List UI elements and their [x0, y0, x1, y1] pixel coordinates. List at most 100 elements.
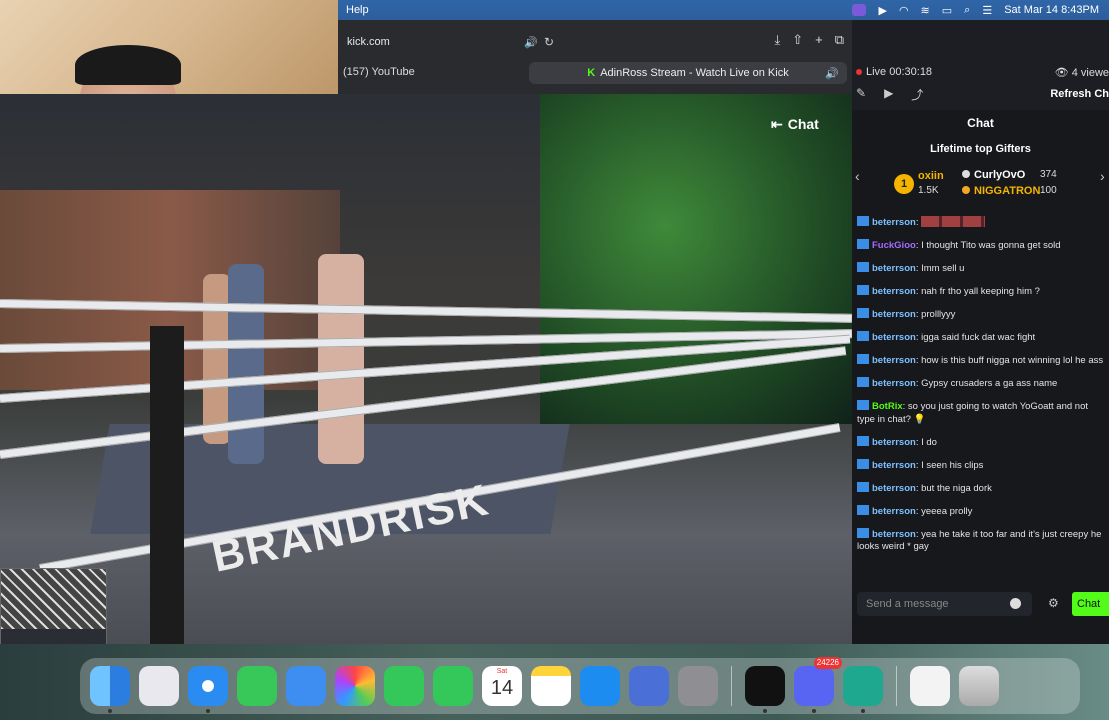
messages-icon[interactable]	[237, 666, 277, 706]
discord-icon[interactable]: 24226	[794, 657, 842, 713]
user-badge-icon	[857, 458, 869, 469]
clock[interactable]: Sat Mar 14 8:43PM	[1004, 4, 1099, 16]
gifter-1-amount: 1.5K	[918, 185, 939, 196]
chat-username[interactable]: beterrson	[872, 483, 916, 494]
desktop-background: Sat 14 24226	[0, 644, 1109, 720]
chat-input-row: Send a message ⚙ Chat	[852, 592, 1109, 616]
chat-toggle-label: Chat	[787, 116, 819, 132]
tab-mute-icon[interactable]: 🔊	[825, 67, 839, 80]
refresh-chat-button[interactable]: Refresh Ch	[1050, 88, 1109, 100]
app-store-icon[interactable]	[580, 666, 620, 706]
calendar-icon[interactable]: Sat 14	[482, 666, 522, 706]
headphones-icon[interactable]: ◠	[899, 4, 909, 17]
chat-username[interactable]: beterrson	[872, 263, 916, 274]
chat-message: beterrson: nah fr tho yall keeping him ?	[857, 285, 1107, 299]
chat-text: yeeea prolly	[921, 505, 973, 517]
simulator-icon[interactable]	[629, 666, 669, 706]
tabs-overview-icon[interactable]: ⧉	[835, 32, 844, 48]
new-tab-icon[interactable]: +	[815, 32, 823, 48]
screen: Help ▶ ◠ ≋ ▭ ⌕ ☰ Sat Mar 14 8:43PM kick.…	[0, 0, 1109, 720]
chat-username[interactable]: beterrson	[872, 355, 916, 366]
chat-message: beterrson: Imm sell u	[857, 262, 1107, 276]
clip-icon[interactable]: ▶	[884, 86, 893, 103]
chat-message: beterrson: but the niga dork	[857, 481, 1107, 496]
menu-help[interactable]: Help	[338, 4, 369, 16]
chat-text: but the niga dork	[921, 482, 992, 494]
trash-icon[interactable]	[959, 666, 999, 706]
chat-username[interactable]: beterrson	[872, 460, 916, 471]
chat-username[interactable]: beterrson	[872, 506, 916, 517]
chat-username[interactable]: beterrson	[872, 332, 916, 343]
browser-toolbar: kick.com 🔊 ↻ ⤓ ⇧ + ⧉ (157) YouTube K Adi…	[338, 20, 852, 94]
play-icon[interactable]: ▶	[878, 4, 886, 17]
fighter-left	[203, 274, 231, 444]
chat-text: Gypsy crusaders a ga ass name	[921, 378, 1058, 389]
activity-monitor-icon[interactable]	[745, 666, 785, 713]
tab-kick[interactable]: K AdinRoss Stream - Watch Live on Kick 🔊	[529, 62, 847, 84]
eye-icon: 👁	[1054, 67, 1072, 79]
chat-username[interactable]: beterrson	[872, 437, 916, 448]
chat-username[interactable]: beterrson	[872, 309, 916, 320]
reload-icon[interactable]: ↻	[544, 35, 554, 49]
battery-icon[interactable]: ▭	[942, 4, 952, 17]
screen-record-icon[interactable]	[852, 4, 867, 16]
chat-username[interactable]: FuckGioo	[872, 240, 916, 251]
download-icon[interactable]: ⤓	[774, 32, 780, 48]
live-indicator: Live 00:30:18	[856, 66, 932, 78]
corner-post	[150, 326, 184, 644]
emoji-icon[interactable]	[1010, 598, 1021, 609]
chat-username[interactable]: beterrson	[872, 286, 916, 297]
safari-icon[interactable]	[188, 666, 228, 713]
chat-message-input[interactable]: Send a message	[857, 592, 1032, 616]
user-badge-icon	[857, 527, 869, 538]
tab-youtube[interactable]: (157) YouTube	[343, 66, 415, 78]
control-center-icon[interactable]: ☰	[982, 4, 992, 17]
finder-icon[interactable]	[90, 666, 130, 713]
gifter-2-name[interactable]: CurlyOvO	[962, 169, 1025, 181]
chat-message: beterrson: I seen his clips	[857, 458, 1107, 473]
search-icon[interactable]: ⌕	[964, 4, 970, 17]
chat-text: I thought Tito was gonna get sold	[921, 240, 1061, 251]
chat-username[interactable]: beterrson	[872, 378, 916, 389]
downloads-stack-icon[interactable]	[910, 666, 950, 706]
facetime-icon[interactable]	[384, 666, 424, 706]
chat-text: Imm sell u	[921, 263, 965, 274]
gifter-3-name[interactable]: NIGGATRON	[962, 185, 1040, 197]
photos-icon[interactable]	[335, 666, 375, 706]
gifter-1-name[interactable]: oxiin	[918, 170, 944, 182]
speaker-icon[interactable]: 🔊	[524, 36, 538, 49]
user-badge-icon	[857, 481, 869, 492]
share-stream-icon[interactable]: ⤴	[911, 86, 923, 103]
share-icon[interactable]: ⇧	[792, 32, 803, 48]
phone-icon[interactable]	[433, 666, 473, 706]
video-player[interactable]: BRANDRISK	[0, 94, 852, 644]
launchpad-icon[interactable]	[139, 666, 179, 706]
user-badge-icon	[857, 262, 869, 272]
mural-right	[540, 94, 852, 424]
user-badge-icon	[857, 354, 869, 364]
gear-icon[interactable]: ⚙	[1048, 596, 1059, 610]
user-badge-icon	[857, 308, 869, 318]
rank-medal: 1	[894, 174, 914, 194]
chat-message: beterrson: igga said fuck dat wac fight	[857, 331, 1107, 345]
chevron-right-icon[interactable]: ›	[1100, 168, 1105, 184]
notes-icon[interactable]	[531, 666, 571, 706]
chat-toggle-button[interactable]: ⇤ Chat	[771, 113, 835, 135]
chat-username[interactable]: beterrson	[872, 529, 916, 540]
user-badge-icon	[857, 239, 869, 249]
stream-controls: ✎ ▶ ⤴	[856, 86, 923, 103]
chat-username[interactable]: beterrson	[872, 217, 916, 228]
address-bar[interactable]: kick.com 🔊 ↻	[338, 28, 564, 56]
send-chat-button[interactable]: Chat	[1072, 592, 1109, 616]
chat-text: igga said fuck dat wac fight	[921, 332, 1036, 343]
chevron-left-icon[interactable]: ‹	[855, 168, 860, 184]
user-badge-icon	[857, 331, 869, 341]
wifi-icon[interactable]: ≋	[921, 4, 930, 17]
chat-username[interactable]: BotRix	[872, 401, 903, 412]
screen-capture-icon[interactable]	[843, 666, 883, 713]
system-settings-icon[interactable]	[678, 666, 718, 706]
chat-message: BotRix: so you just going to watch YoGoa…	[857, 400, 1089, 425]
picture-in-picture[interactable]	[0, 568, 107, 644]
edit-icon[interactable]: ✎	[856, 86, 866, 103]
mail-icon[interactable]	[286, 666, 326, 706]
